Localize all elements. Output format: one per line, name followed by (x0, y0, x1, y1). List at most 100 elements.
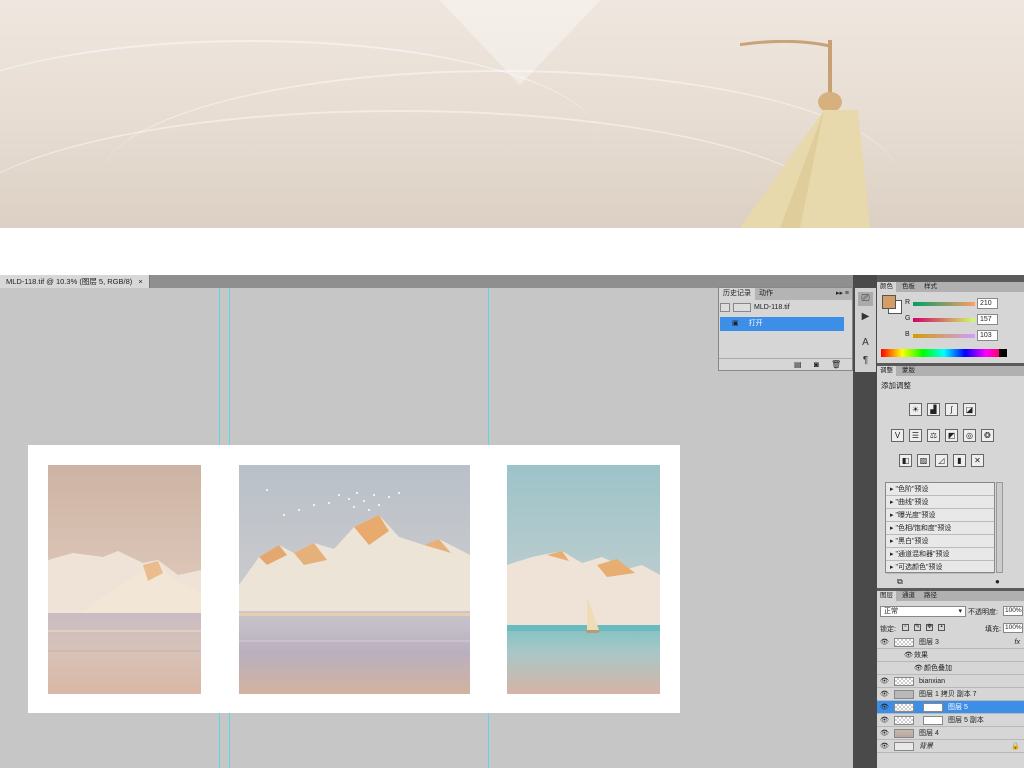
tab-paths[interactable]: 路径 (921, 591, 940, 601)
brightness-icon[interactable]: ☀ (909, 403, 922, 416)
chevron-down-icon: ▾ (958, 608, 962, 615)
artwork-panel-left (48, 465, 201, 694)
exposure-icon[interactable]: ◪ (963, 403, 976, 416)
color-spectrum-ramp[interactable] (881, 349, 1007, 357)
tab-history[interactable]: 历史记录 (719, 288, 755, 300)
history-panel: 历史记录 动作 ▸▸ ≡ MLD-118.tif ▣ 打开 ▤ ◙ 🗑 (718, 287, 853, 371)
layer-effects-row[interactable]: 👁 效果 (877, 649, 1024, 662)
invert-icon[interactable]: ◧ (899, 454, 912, 467)
preset-item[interactable]: ▸ "色阶"预设 (886, 483, 994, 496)
tab-masks[interactable]: 蒙版 (899, 366, 918, 376)
eye-icon[interactable]: 👁 (880, 714, 889, 727)
posterize-icon[interactable]: ▨ (917, 454, 930, 467)
new-document-icon[interactable]: ▤ (794, 360, 802, 369)
blend-mode-select[interactable]: 正常 ▾ (880, 606, 966, 617)
new-snapshot-icon[interactable]: ◙ (814, 360, 819, 369)
close-icon[interactable]: × (138, 277, 142, 286)
hue-saturation-icon[interactable]: ☰ (909, 429, 922, 442)
spacer (0, 228, 1024, 276)
gradient-map-icon[interactable]: ▮ (953, 454, 966, 467)
eye-icon[interactable]: 👁 (880, 727, 889, 740)
layer-effect-label: 颜色叠加 (924, 665, 952, 672)
history-state-label: 打开 (748, 320, 763, 327)
eye-icon[interactable]: 👁 (914, 662, 923, 675)
preset-item[interactable]: ▸ "曝光度"预设 (886, 509, 994, 522)
layer-effect-row[interactable]: 👁 颜色叠加 (877, 662, 1024, 675)
layer-row[interactable]: 👁 图层 1 拷贝 副本 7 (877, 688, 1024, 701)
curves-icon[interactable]: ∫ (945, 403, 958, 416)
history-brush-icon: ▣ (732, 320, 739, 327)
tab-channels[interactable]: 通道 (899, 591, 918, 601)
mask-options-icon[interactable]: ● (995, 577, 1000, 586)
lock-all-icon[interactable]: ▪ (938, 624, 945, 631)
lock-transparent-icon[interactable]: ▫ (902, 624, 909, 631)
preset-item[interactable]: ▸ "曲线"预设 (886, 496, 994, 509)
preset-item[interactable]: ▸ "色相/饱和度"预设 (886, 522, 994, 535)
trash-icon[interactable]: 🗑 (831, 360, 841, 369)
selective-color-icon[interactable]: ✕ (971, 454, 984, 467)
eye-icon[interactable]: 👁 (880, 688, 889, 701)
photo-filter-icon[interactable]: ◎ (963, 429, 976, 442)
channel-b-value[interactable]: 103 (977, 330, 998, 341)
foreground-color-swatch[interactable] (882, 295, 896, 309)
spectrum-black[interactable] (999, 349, 1007, 357)
eye-icon[interactable]: 👁 (880, 675, 889, 688)
vibrance-icon[interactable]: V (891, 429, 904, 442)
layer-thumbnail (894, 690, 914, 699)
clip-to-layer-icon[interactable]: ⧉ (897, 577, 903, 587)
paragraph-dock-icon[interactable]: ¶ (858, 354, 873, 368)
document-tab[interactable]: MLD-118.tif @ 10.3% (图层 5, RGB/8) × (0, 275, 150, 288)
character-dock-icon[interactable]: A (858, 336, 873, 350)
tab-adjustments[interactable]: 调整 (877, 366, 896, 376)
levels-icon[interactable]: ▟ (927, 403, 940, 416)
layer-name: 图层 4 (919, 730, 939, 737)
dock-icon-strip: ⎚ ▶ A ¶ (855, 288, 876, 372)
layer-row[interactable]: 👁 图层 3 fx (877, 636, 1024, 649)
eye-icon[interactable]: 👁 (880, 636, 889, 649)
channel-g-value[interactable]: 157 (977, 314, 998, 325)
layer-mask-thumbnail[interactable] (923, 703, 943, 712)
layer-row[interactable]: 👁 bianxian (877, 675, 1024, 688)
black-white-icon[interactable]: ◩ (945, 429, 958, 442)
channel-mixer-icon[interactable]: ❂ (981, 429, 994, 442)
preset-scrollbar[interactable] (996, 482, 1003, 573)
sail-illustration (740, 40, 870, 228)
lock-pixels-icon[interactable]: ✎ (914, 624, 921, 631)
channel-r-value[interactable]: 210 (977, 298, 998, 309)
layer-row[interactable]: 👁 背景 🔒 (877, 740, 1024, 753)
history-state-open[interactable]: ▣ 打开 (720, 317, 844, 331)
eye-icon[interactable]: 👁 (904, 649, 913, 662)
preset-item[interactable]: ▸ "黑白"预设 (886, 535, 994, 548)
preset-item[interactable]: ▸ "可选颜色"预设 (886, 561, 994, 574)
fill-input[interactable]: 100% (1003, 623, 1023, 633)
tab-actions[interactable]: 动作 (755, 288, 777, 300)
fx-icon[interactable]: fx (1015, 636, 1020, 649)
layer-row[interactable]: 👁 图层 4 (877, 727, 1024, 740)
layer-row[interactable]: 👁 图层 5 副本 (877, 714, 1024, 727)
tab-layers[interactable]: 图层 (877, 591, 896, 601)
threshold-icon[interactable]: ◿ (935, 454, 948, 467)
preset-item[interactable]: ▸ "通道混和器"预设 (886, 548, 994, 561)
tab-swatches[interactable]: 色板 (899, 282, 918, 292)
color-balance-icon[interactable]: ⚖ (927, 429, 940, 442)
eye-icon[interactable]: 👁 (880, 701, 889, 714)
panel-menu-icon[interactable]: ▸▸ ≡ (836, 288, 849, 300)
history-dock-icon[interactable]: ⎚ (858, 292, 873, 306)
channel-g-slider[interactable] (913, 318, 975, 322)
channel-b-slider[interactable] (913, 334, 975, 338)
layer-thumbnail (894, 742, 914, 751)
opacity-input[interactable]: 100% (1003, 606, 1023, 616)
actions-dock-icon[interactable]: ▶ (858, 310, 873, 324)
layer-effects-label: 效果 (914, 652, 928, 659)
layers-panel: 图层 通道 路径 正常 ▾ 不透明度: 100% 锁定: ▫ ✎ ✥ ▪ 填充:… (877, 591, 1024, 768)
layer-mask-thumbnail[interactable] (923, 716, 943, 725)
tab-styles[interactable]: 样式 (921, 282, 940, 292)
tab-color[interactable]: 颜色 (877, 282, 896, 292)
history-snapshot[interactable]: MLD-118.tif (720, 301, 790, 315)
eye-icon[interactable]: 👁 (880, 740, 889, 753)
lock-position-icon[interactable]: ✥ (926, 624, 933, 631)
channel-r-slider[interactable] (913, 302, 975, 306)
layer-thumbnail (894, 729, 914, 738)
channel-b-label: B (905, 331, 910, 338)
layer-row-selected[interactable]: 👁 图层 5 (877, 701, 1024, 714)
